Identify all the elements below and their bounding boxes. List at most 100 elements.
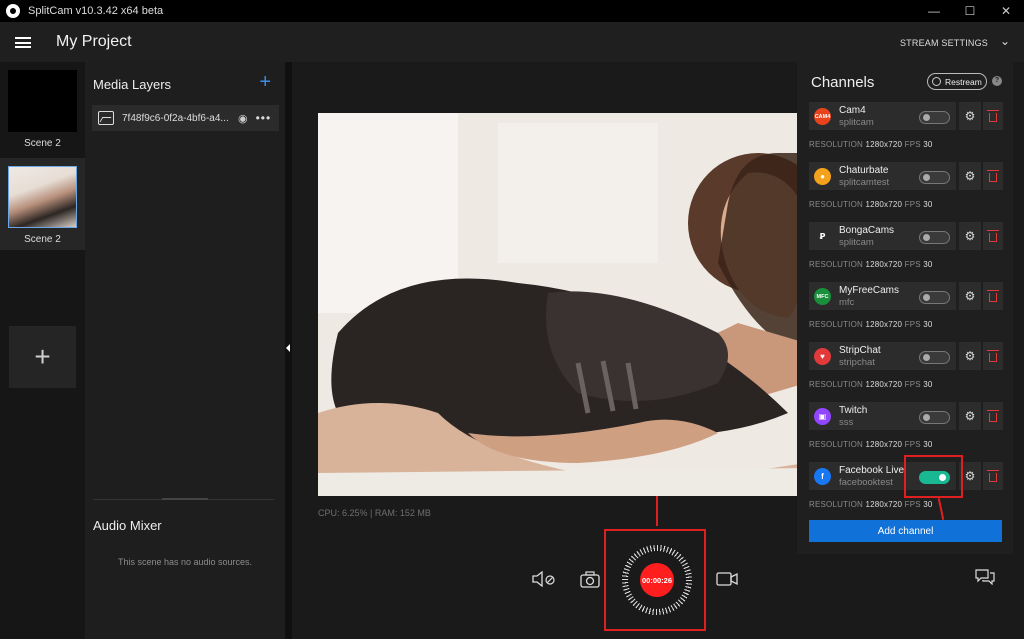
more-icon[interactable]: ••• [256, 111, 272, 125]
channel-toggle[interactable] [919, 111, 950, 124]
gear-icon[interactable]: ⚙ [959, 222, 981, 250]
resolution-value: 1280x720 [865, 500, 903, 509]
twitch-logo-icon: ▣ [814, 408, 831, 425]
collapse-arrow-icon[interactable] [286, 344, 290, 352]
channel-meta: RESOLUTION 1280x720 FPS 30 [809, 380, 933, 389]
maximize-button[interactable]: ☐ [952, 0, 988, 22]
gear-icon[interactable]: ⚙ [959, 282, 981, 310]
resolution-value: 1280x720 [865, 380, 903, 389]
add-scene-button[interactable]: + [9, 326, 76, 388]
chat-icon[interactable] [975, 569, 995, 585]
fps-label: FPS [904, 200, 921, 209]
scene-thumbnail[interactable] [8, 166, 77, 228]
window-controls: — ☐ ✕ [916, 0, 1024, 22]
resolution-value: 1280x720 [865, 320, 903, 329]
minimize-button[interactable]: — [916, 0, 952, 22]
image-icon [98, 111, 114, 125]
snapshot-camera-icon[interactable] [580, 571, 600, 588]
resolution-label: RESOLUTION [809, 260, 864, 269]
resolution-value: 1280x720 [865, 260, 903, 269]
fps-label: FPS [904, 260, 921, 269]
channel-item: ● Chaturbate splitcamtest ⚙ RESOLUTION 1… [809, 162, 1004, 217]
resolution-label: RESOLUTION [809, 320, 864, 329]
channel-item: Ꝑ BongaCams splitcam ⚙ RESOLUTION 1280x7… [809, 222, 1004, 277]
restream-label: Restream [945, 76, 982, 87]
channel-username: facebooktest [839, 477, 893, 488]
plus-icon: + [34, 341, 51, 372]
channel-card[interactable]: ▣ Twitch sss [809, 402, 956, 430]
trash-icon [987, 349, 999, 362]
help-icon[interactable]: ? [992, 76, 1002, 86]
channel-card[interactable]: ♥ StripChat stripchat [809, 342, 956, 370]
channel-card[interactable]: ● Chaturbate splitcamtest [809, 162, 956, 190]
gear-icon[interactable]: ⚙ [959, 102, 981, 130]
channel-card[interactable]: Ꝑ BongaCams splitcam [809, 222, 956, 250]
chaturbate-logo-icon: ● [814, 168, 831, 185]
video-camera-icon[interactable] [716, 572, 738, 586]
gear-icon[interactable]: ⚙ [959, 342, 981, 370]
resize-handle[interactable] [162, 498, 208, 500]
bongacams-logo-icon: Ꝑ [814, 228, 831, 245]
panel-splitter[interactable] [285, 62, 292, 639]
delete-channel-button[interactable] [983, 102, 1003, 130]
channel-card[interactable]: CAM4 Cam4 splitcam [809, 102, 956, 130]
fps-value: 30 [923, 140, 933, 149]
resolution-label: RESOLUTION [809, 380, 864, 389]
delete-channel-button[interactable] [983, 282, 1003, 310]
channel-name: Facebook Live [839, 465, 905, 476]
channel-meta: RESOLUTION 1280x720 FPS 30 [809, 200, 933, 209]
channel-meta: RESOLUTION 1280x720 FPS 30 [809, 440, 933, 449]
record-button[interactable]: 00:00:26 [640, 563, 674, 597]
stream-settings-button[interactable]: STREAM SETTINGS [900, 38, 988, 48]
resolution-label: RESOLUTION [809, 500, 864, 509]
resolution-value: 1280x720 [865, 440, 903, 449]
channel-username: sss [839, 417, 854, 428]
project-title: My Project [56, 33, 132, 50]
delete-channel-button[interactable] [983, 162, 1003, 190]
scene-thumbnail[interactable] [8, 70, 77, 132]
channel-username: stripchat [839, 357, 875, 368]
close-button[interactable]: ✕ [988, 0, 1024, 22]
channel-toggle[interactable] [919, 231, 950, 244]
delete-channel-button[interactable] [983, 462, 1003, 490]
channel-name: StripChat [839, 345, 881, 356]
channel-toggle[interactable] [919, 291, 950, 304]
annotation-arrow [656, 496, 658, 526]
app-header: My Project STREAM SETTINGS ⌄ [0, 22, 1024, 62]
eye-icon[interactable]: ◉ [238, 112, 248, 125]
channel-username: mfc [839, 297, 855, 308]
channel-toggle[interactable] [919, 171, 950, 184]
chevron-down-icon[interactable]: ⌄ [1000, 34, 1010, 48]
fps-label: FPS [904, 320, 921, 329]
add-channel-button[interactable]: Add channel [809, 520, 1002, 542]
channel-name: MyFreeCams [839, 285, 900, 296]
performance-stats: CPU: 6.25% | RAM: 152 MB [318, 508, 431, 518]
gear-icon[interactable]: ⚙ [959, 402, 981, 430]
scene-item-active[interactable]: Scene 2 [0, 158, 85, 250]
resolution-label: RESOLUTION [809, 200, 864, 209]
trash-icon [987, 229, 999, 242]
facebook-logo-icon: f [814, 468, 831, 485]
scene-label: Scene 2 [24, 138, 61, 149]
add-layer-icon[interactable]: + [259, 71, 271, 94]
delete-channel-button[interactable] [983, 342, 1003, 370]
delete-channel-button[interactable] [983, 222, 1003, 250]
video-preview[interactable] [318, 113, 806, 496]
channel-username: splitcam [839, 237, 874, 248]
channel-toggle[interactable] [919, 411, 950, 424]
hamburger-menu-icon[interactable] [15, 37, 31, 48]
scene-item[interactable]: Scene 2 [0, 62, 85, 154]
channel-toggle[interactable] [919, 351, 950, 364]
gear-icon[interactable]: ⚙ [959, 162, 981, 190]
fps-value: 30 [923, 440, 933, 449]
channel-card[interactable]: MFC MyFreeCams mfc [809, 282, 956, 310]
radio-icon [932, 77, 941, 86]
channel-name: Cam4 [839, 105, 866, 116]
trash-icon [987, 169, 999, 182]
audio-mixer-title: Audio Mixer [93, 518, 162, 533]
mute-audio-icon[interactable] [532, 571, 556, 587]
channel-meta: RESOLUTION 1280x720 FPS 30 [809, 140, 933, 149]
restream-toggle[interactable]: Restream [927, 73, 987, 90]
layer-item[interactable]: 7f48f9c6-0f2a-4bf6-a4... ◉ ••• [92, 105, 279, 131]
delete-channel-button[interactable] [983, 402, 1003, 430]
